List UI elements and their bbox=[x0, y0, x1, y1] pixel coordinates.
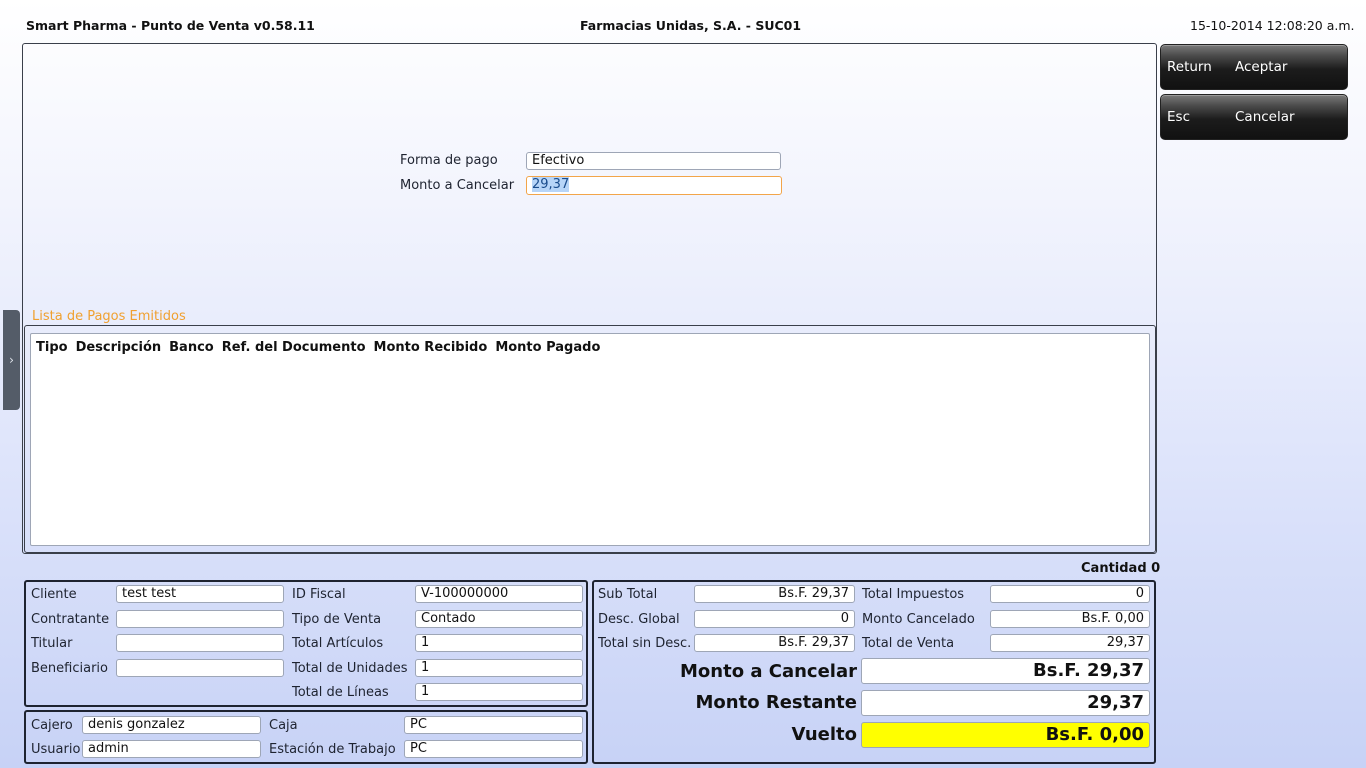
amount-input[interactable]: 29,37 bbox=[526, 176, 782, 195]
count-display: Cantidad 0 bbox=[1081, 561, 1160, 576]
table-header: Tipo Descripción Banco Ref. del Documento Mo… bbox=[36, 340, 1144, 355]
monto-cancelado-label: Monto Cancelado bbox=[862, 612, 975, 627]
col-tipo[interactable]: Tipo bbox=[36, 340, 68, 355]
beneficiario-label: Beneficiario bbox=[31, 661, 108, 676]
total-articulos-field[interactable]: 1 bbox=[415, 634, 583, 652]
payment-method-label: Forma de pago bbox=[400, 153, 498, 168]
id-fiscal-label: ID Fiscal bbox=[292, 587, 346, 602]
tipo-venta-label: Tipo de Venta bbox=[292, 612, 382, 627]
monto-cancelar-label: Monto a Cancelar bbox=[680, 661, 857, 682]
total-venta-label: Total de Venta bbox=[862, 636, 955, 651]
accept-label: Aceptar bbox=[1235, 59, 1288, 75]
count-label: Cantidad bbox=[1081, 561, 1147, 576]
caja-label: Caja bbox=[269, 718, 298, 733]
amount-label: Monto a Cancelar bbox=[400, 178, 515, 193]
total-impuestos-label: Total Impuestos bbox=[862, 587, 965, 602]
chevron-right-icon: › bbox=[9, 353, 14, 367]
col-monto-recibido[interactable]: Monto Recibido bbox=[374, 340, 488, 355]
col-banco[interactable]: Banco bbox=[169, 340, 214, 355]
id-fiscal-field[interactable]: V-100000000 bbox=[415, 585, 583, 603]
payments-table[interactable]: Tipo Descripción Banco Ref. del Documento Mo… bbox=[30, 333, 1150, 546]
datetime: 15-10-2014 12:08:20 a.m. bbox=[1190, 18, 1355, 33]
cajero-field[interactable]: denis gonzalez bbox=[82, 716, 261, 734]
usuario-field[interactable]: admin bbox=[82, 740, 261, 758]
tipo-venta-field[interactable]: Contado bbox=[415, 610, 583, 628]
estacion-field[interactable]: PC bbox=[404, 740, 583, 758]
total-unidades-label: Total de Unidades bbox=[292, 661, 408, 676]
col-ref-documento[interactable]: Ref. del Documento bbox=[222, 340, 366, 355]
cliente-label: Cliente bbox=[31, 587, 77, 602]
monto-restante-label: Monto Restante bbox=[695, 692, 858, 713]
caja-field[interactable]: PC bbox=[404, 716, 583, 734]
cliente-field[interactable]: test test bbox=[116, 585, 284, 603]
titular-label: Titular bbox=[31, 636, 73, 651]
app-title: Smart Pharma - Punto de Venta v0.58.11 bbox=[26, 18, 315, 33]
cancel-label: Cancelar bbox=[1235, 109, 1295, 125]
beneficiario-field[interactable] bbox=[116, 659, 284, 677]
col-descripcion[interactable]: Descripción bbox=[76, 340, 162, 355]
total-articulos-label: Total Artículos bbox=[292, 636, 384, 651]
monto-cancelado-field[interactable]: Bs.F. 0,00 bbox=[990, 610, 1150, 628]
sub-total-label: Sub Total bbox=[598, 587, 658, 602]
vuelto-field[interactable]: Bs.F. 0,00 bbox=[861, 722, 1150, 748]
desc-global-field[interactable]: 0 bbox=[694, 610, 855, 628]
monto-cancelar-field[interactable]: Bs.F. 29,37 bbox=[861, 658, 1150, 684]
cancel-key: Esc bbox=[1167, 109, 1190, 125]
count-value: 0 bbox=[1151, 561, 1161, 576]
total-sin-desc-field[interactable]: Bs.F. 29,37 bbox=[694, 634, 855, 652]
amount-selected-text: 29,37 bbox=[532, 177, 570, 192]
total-sin-desc-label: Total sin Desc. bbox=[598, 636, 692, 651]
titular-field[interactable] bbox=[116, 634, 284, 652]
usuario-label: Usuario bbox=[31, 742, 81, 757]
total-unidades-field[interactable]: 1 bbox=[415, 659, 583, 677]
total-venta-field[interactable]: 29,37 bbox=[990, 634, 1150, 652]
estacion-label: Estación de Trabajo bbox=[269, 742, 396, 757]
company-name: Farmacias Unidas, S.A. - SUC01 bbox=[580, 18, 802, 33]
sub-total-field[interactable]: Bs.F. 29,37 bbox=[694, 585, 855, 603]
col-monto-pagado[interactable]: Monto Pagado bbox=[495, 340, 600, 355]
total-lineas-label: Total de Líneas bbox=[292, 685, 389, 700]
total-impuestos-field[interactable]: 0 bbox=[990, 585, 1150, 603]
accept-key: Return bbox=[1167, 59, 1212, 75]
desc-global-label: Desc. Global bbox=[598, 612, 680, 627]
contratante-field[interactable] bbox=[116, 610, 284, 628]
accept-button[interactable]: Return Aceptar bbox=[1160, 44, 1348, 90]
cajero-label: Cajero bbox=[31, 718, 73, 733]
contratante-label: Contratante bbox=[31, 612, 110, 627]
vuelto-label: Vuelto bbox=[791, 724, 857, 745]
cancel-button[interactable]: Esc Cancelar bbox=[1160, 94, 1348, 140]
side-expand-tab[interactable]: › bbox=[3, 310, 20, 410]
monto-restante-field[interactable]: 29,37 bbox=[861, 690, 1150, 716]
total-lineas-field[interactable]: 1 bbox=[415, 683, 583, 701]
payments-list-title: Lista de Pagos Emitidos bbox=[32, 309, 186, 324]
payment-method-field[interactable]: Efectivo bbox=[526, 152, 781, 170]
